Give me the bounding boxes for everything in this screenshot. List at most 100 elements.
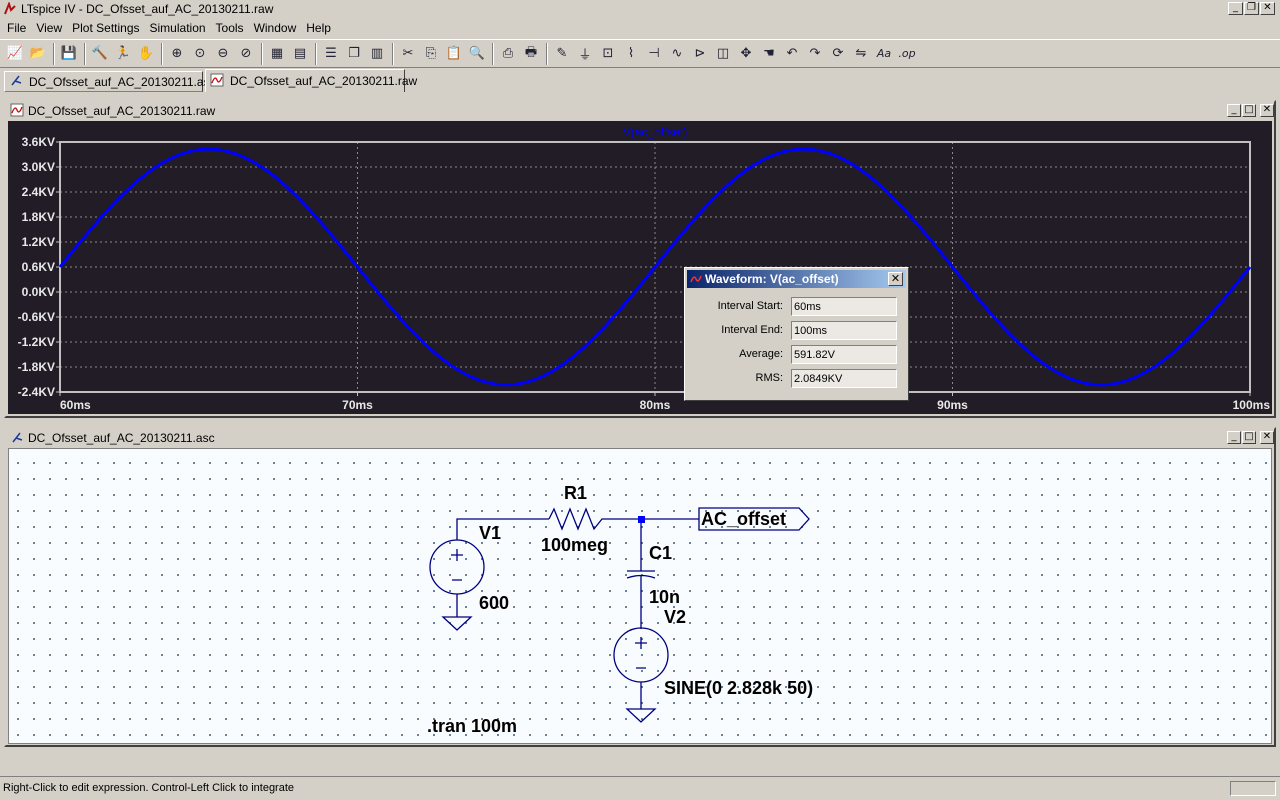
schematic-icon	[9, 73, 23, 90]
schematic-close-button[interactable]: ✕	[1260, 431, 1274, 444]
v1-name[interactable]: V1	[479, 523, 501, 543]
toolbar-separator	[492, 42, 494, 65]
inductor-icon[interactable]: ∿	[666, 43, 688, 65]
print-preview-icon[interactable]: ⎙	[497, 43, 519, 65]
average-row: Average: 591.82V	[685, 343, 910, 365]
ground-icon	[625, 708, 657, 723]
plot-maximize-button[interactable]: □	[1242, 104, 1256, 117]
tab-schematic[interactable]: DC_Ofsset_auf_AC_20130211.asc	[4, 71, 216, 92]
rotate-icon[interactable]: ⟳	[827, 43, 849, 65]
pick-visible-icon[interactable]: ▤	[289, 43, 311, 65]
schematic-window: DC_Ofsset_auf_AC_20130211.asc _ □ ✕ R1 1…	[4, 427, 1276, 747]
menu-simulation[interactable]: Simulation	[145, 21, 211, 35]
plot-close-button[interactable]: ✕	[1260, 104, 1274, 117]
zoom-cancel-icon[interactable]: ⊘	[235, 43, 257, 65]
save-icon[interactable]: 💾	[58, 43, 80, 65]
y-tick-label: -0.6KV	[18, 310, 55, 324]
cascade-icon[interactable]: ❐	[343, 43, 365, 65]
c1-name[interactable]: C1	[649, 543, 672, 563]
zoom-in-icon[interactable]: ⊕	[166, 43, 188, 65]
interval-start-field[interactable]: 60ms	[791, 297, 897, 316]
resistor-r1-symbol[interactable]	[548, 507, 641, 531]
open-icon[interactable]: 📂	[27, 43, 49, 65]
capacitor-icon[interactable]: ⊣	[643, 43, 665, 65]
ground-icon[interactable]: ⏚	[574, 43, 596, 65]
r1-name[interactable]: R1	[564, 483, 587, 503]
capacitor-c1-symbol[interactable]	[626, 519, 656, 629]
print-icon[interactable]: 🖶	[520, 43, 542, 65]
trace-name-label: V(ac_offset)	[623, 125, 687, 139]
autorange-icon[interactable]: ▦	[266, 43, 288, 65]
net-label-text[interactable]: AC_offset	[701, 509, 786, 529]
voltage-source-v2-symbol[interactable]	[613, 627, 669, 683]
tab-waveform[interactable]: DC_Ofsset_auf_AC_20130211.raw	[205, 69, 417, 92]
menu-file[interactable]: File	[2, 21, 31, 35]
schematic-maximize-button[interactable]: □	[1242, 431, 1256, 444]
schematic-window-titlebar: DC_Ofsset_auf_AC_20130211.asc _ □ ✕	[6, 429, 1274, 447]
menu-window[interactable]: Window	[249, 21, 302, 35]
control-panel-icon[interactable]: 🔨	[89, 43, 111, 65]
window-title: LTspice IV - DC_Ofsset_auf_AC_20130211.r…	[21, 2, 274, 16]
move-icon[interactable]: ✥	[735, 43, 757, 65]
zoom-out-icon[interactable]: ⊖	[212, 43, 234, 65]
dialog-close-button[interactable]: ✕	[888, 272, 903, 286]
mirror-icon[interactable]: ⇋	[850, 43, 872, 65]
undo-icon[interactable]: ↶	[781, 43, 803, 65]
interval-start-label: Interval Start:	[717, 300, 783, 312]
status-bar: Right-Click to edit expression. Control-…	[0, 776, 1280, 798]
waveform-plot[interactable]: 3.6KV 3.0KV 2.4KV 1.8KV 1.2KV 0.6KV 0.0KV -0.6K…	[8, 121, 1272, 414]
component-icon[interactable]: ◫	[712, 43, 734, 65]
x-tick-label: 60ms	[60, 398, 91, 412]
menu-help[interactable]: Help	[301, 21, 336, 35]
copy-icon[interactable]: ⎘	[420, 43, 442, 65]
cut-icon[interactable]: ✂	[397, 43, 419, 65]
r1-value[interactable]: 100meg	[541, 535, 608, 555]
y-tick-label: 2.4KV	[22, 185, 55, 199]
rms-field[interactable]: 2.0849KV	[791, 369, 897, 388]
junction-dot	[638, 516, 645, 523]
x-tick-label: 80ms	[640, 398, 671, 412]
menu-plot-settings[interactable]: Plot Settings	[67, 21, 144, 35]
average-field[interactable]: 591.82V	[791, 345, 897, 364]
plot-minimize-button[interactable]: _	[1227, 104, 1241, 117]
c1-value[interactable]: 10n	[649, 587, 680, 607]
restore-button[interactable]: ❐	[1244, 2, 1259, 15]
v2-value[interactable]: SINE(0 2.828k 50)	[664, 678, 813, 698]
wire[interactable]	[456, 518, 549, 540]
text-icon[interactable]: Aa	[873, 43, 895, 65]
tile-horizontal-icon[interactable]: ☰	[320, 43, 342, 65]
ltspice-logo-icon	[3, 1, 17, 16]
schematic-minimize-button[interactable]: _	[1227, 431, 1241, 444]
voltage-source-v1-symbol[interactable]	[429, 539, 485, 595]
zoom-full-icon[interactable]: ⊙	[189, 43, 211, 65]
draw-wire-icon[interactable]: ✎	[551, 43, 573, 65]
close-button[interactable]: ✕	[1260, 2, 1275, 15]
minimize-button[interactable]: _	[1228, 2, 1243, 15]
v1-value[interactable]: 600	[479, 593, 509, 613]
resistor-icon[interactable]: ⌇	[620, 43, 642, 65]
interval-end-field[interactable]: 100ms	[791, 321, 897, 340]
new-schematic-icon[interactable]: 📈	[4, 43, 26, 65]
run-icon[interactable]: 🏃	[112, 43, 134, 65]
waveform-chart[interactable]: 3.6KV 3.0KV 2.4KV 1.8KV 1.2KV 0.6KV 0.0KV -0.6K…	[8, 121, 1272, 414]
label-net-icon[interactable]: ⊡	[597, 43, 619, 65]
schematic-canvas[interactable]: R1 100meg V1 600 C1 10n V2 SINE(0 2.828k…	[8, 448, 1272, 744]
halt-icon[interactable]: ✋	[135, 43, 157, 65]
spice-directive-icon[interactable]: .op	[896, 43, 918, 65]
toolbar-separator	[392, 42, 394, 65]
tile-vertical-icon[interactable]: ▥	[366, 43, 388, 65]
menu-view[interactable]: View	[31, 21, 67, 35]
drag-icon[interactable]: ☚	[758, 43, 780, 65]
menu-bar: File View Plot Settings Simulation Tools…	[0, 18, 1280, 38]
x-tick-label: 90ms	[937, 398, 968, 412]
diode-icon[interactable]: ⊳	[689, 43, 711, 65]
spice-directive[interactable]: .tran 100m	[427, 716, 517, 736]
v2-name[interactable]: V2	[664, 607, 686, 627]
toolbar-separator	[84, 42, 86, 65]
paste-icon[interactable]: 📋	[443, 43, 465, 65]
x-tick-label: 70ms	[342, 398, 373, 412]
menu-tools[interactable]: Tools	[211, 21, 249, 35]
find-icon[interactable]: 🔍	[466, 43, 488, 65]
redo-icon[interactable]: ↷	[804, 43, 826, 65]
tab-label: DC_Ofsset_auf_AC_20130211.asc	[29, 74, 216, 89]
